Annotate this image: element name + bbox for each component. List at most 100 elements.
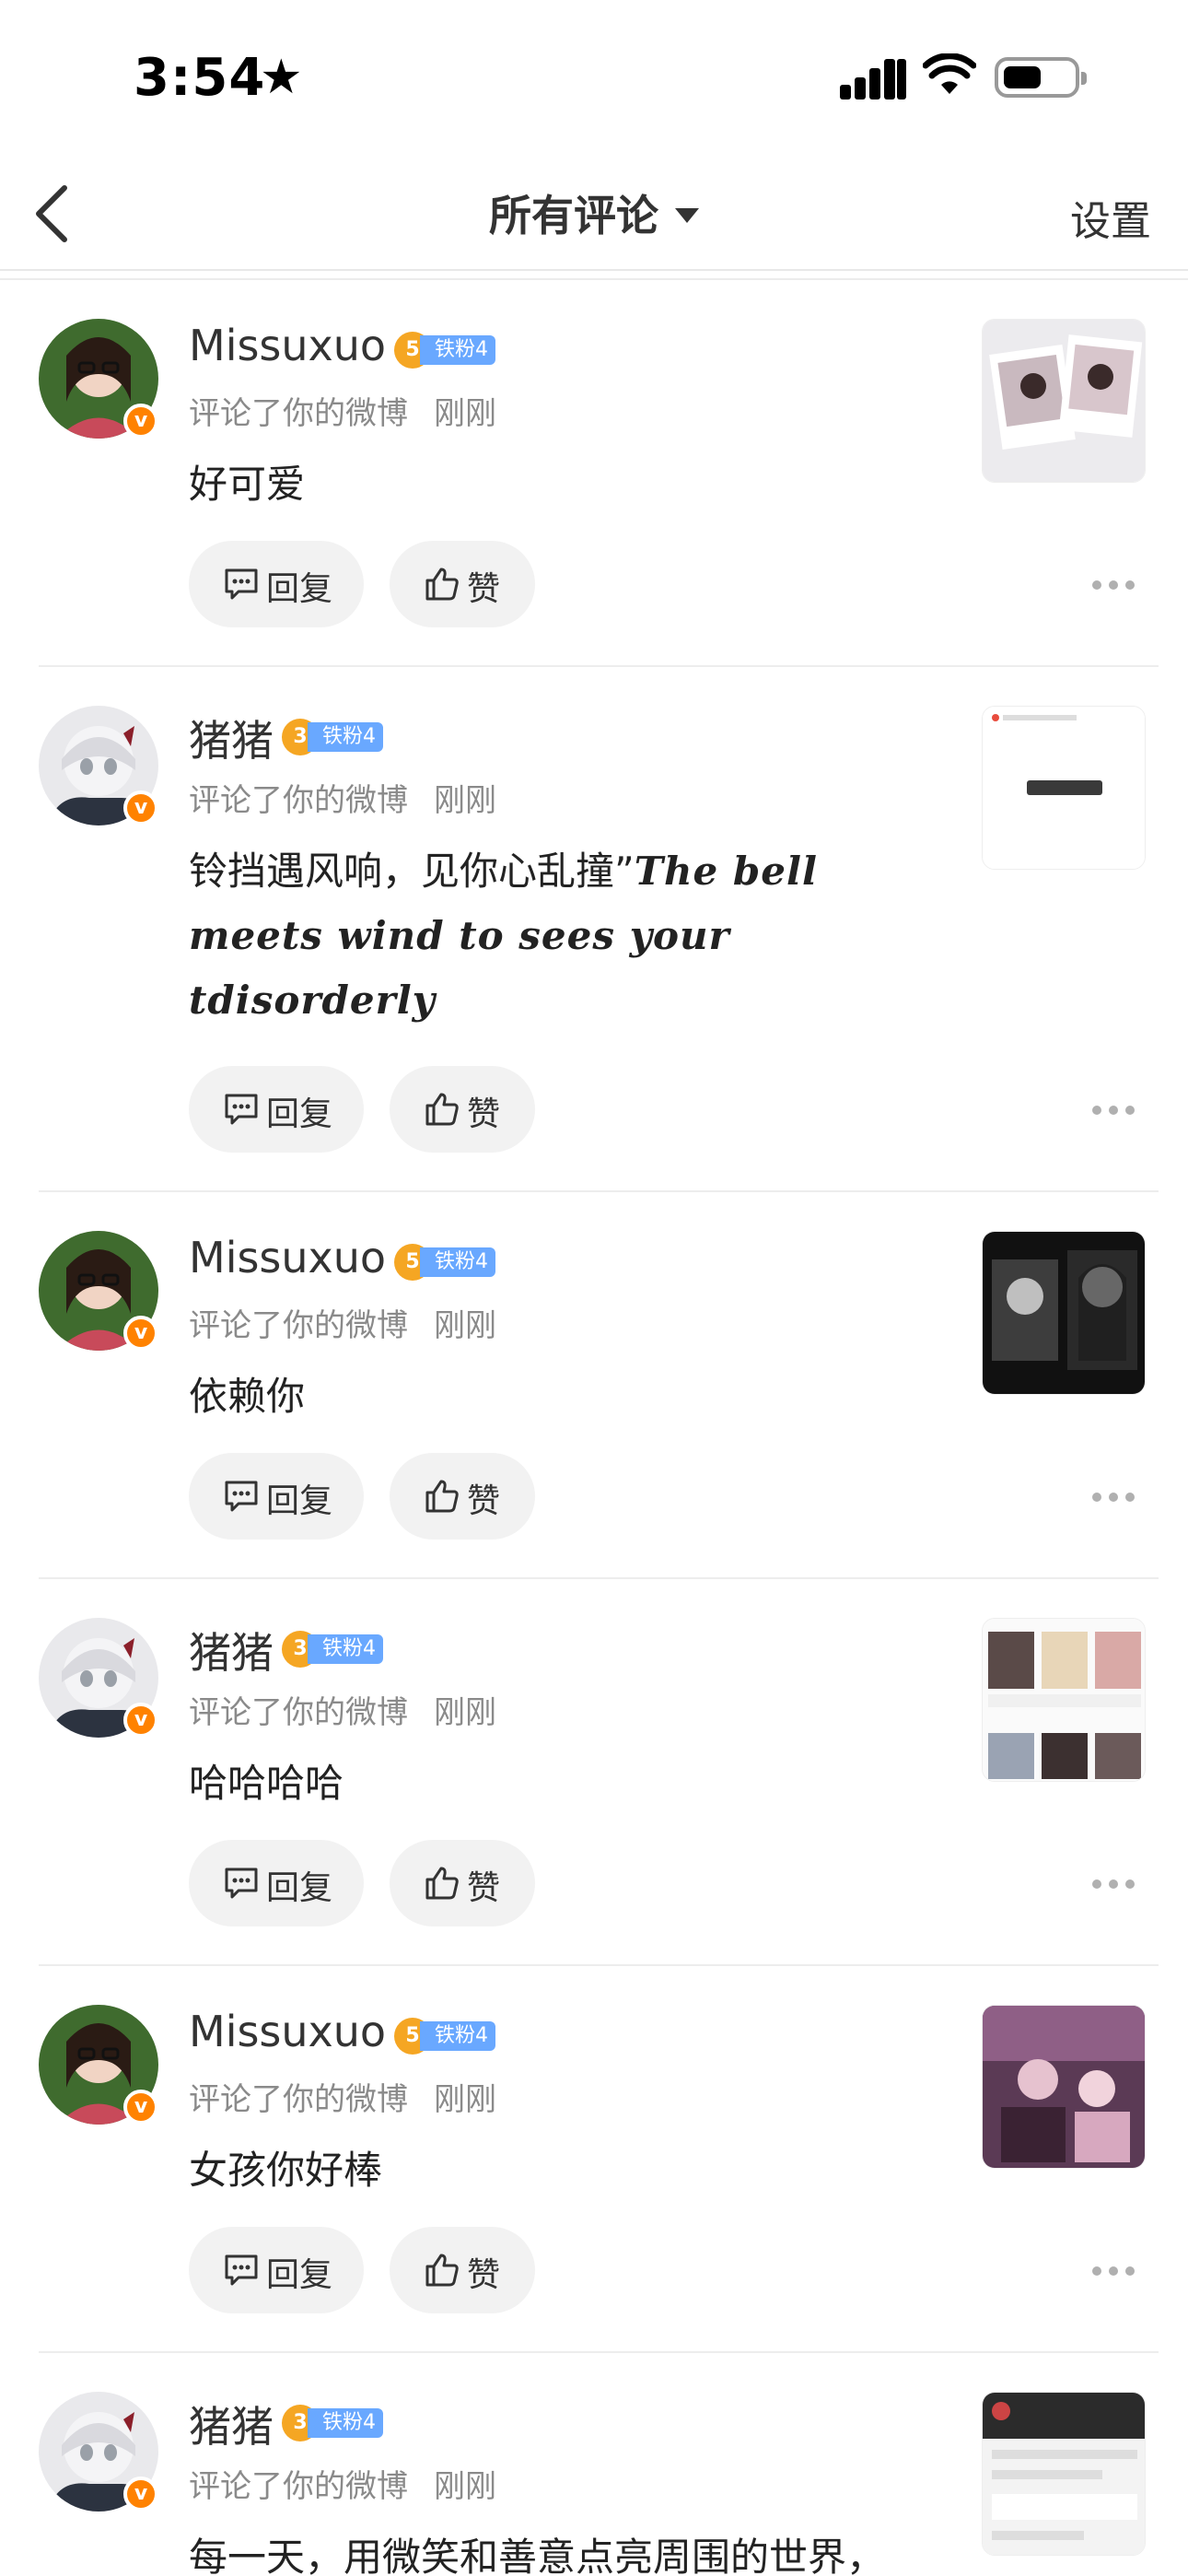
like-button[interactable]: 赞	[390, 1840, 535, 1926]
fan-badge-label: 铁粉4	[420, 2021, 495, 2051]
thumbs-up-icon	[425, 1093, 459, 1126]
comment-text: 女孩你好棒	[189, 2148, 383, 2193]
header-divider	[0, 269, 1188, 271]
like-button[interactable]: 赞	[390, 541, 535, 627]
post-thumbnail[interactable]	[982, 1618, 1146, 1782]
list-item: v Missuxuo 5 铁粉4 评论了你的微博 刚刚 好可爱 回复 赞	[0, 280, 1188, 667]
fan-badge-label: 铁粉4	[420, 335, 495, 365]
more-options-icon[interactable]	[1092, 2266, 1135, 2279]
like-button[interactable]: 赞	[390, 1066, 535, 1153]
more-options-icon[interactable]	[1092, 1106, 1135, 1118]
comment-action: 评论了你的微博	[189, 2081, 408, 2118]
reply-label: 回复	[266, 1869, 333, 1907]
reply-label: 回复	[266, 1095, 333, 1133]
caret-down-icon	[675, 207, 699, 223]
list-item: v 猪猪 3 铁粉4 评论了你的微博 刚刚 哈哈哈哈 回复 赞	[0, 1579, 1188, 1966]
reply-button[interactable]: 回复	[189, 1840, 364, 1926]
post-thumbnail[interactable]	[982, 706, 1146, 870]
comment-time: 刚刚	[434, 1694, 496, 1731]
more-options-icon[interactable]	[1092, 1493, 1135, 1505]
comment-action: 评论了你的微博	[189, 1307, 408, 1344]
cellular-signal-icon	[840, 57, 906, 100]
comment-meta: 评论了你的微博 刚刚	[189, 1300, 496, 1345]
comment-text: 依赖你	[189, 1374, 306, 1419]
comment-bubble-icon	[225, 568, 258, 600]
settings-button[interactable]: 设置	[1070, 188, 1151, 247]
comment-action: 评论了你的微博	[189, 395, 408, 432]
reply-button[interactable]: 回复	[189, 1453, 364, 1540]
reply-button[interactable]: 回复	[189, 541, 364, 627]
user-name[interactable]: Missuxuo	[189, 321, 386, 370]
user-name[interactable]: 猪猪	[189, 708, 274, 768]
user-name[interactable]: Missuxuo	[189, 1233, 386, 1282]
verified-badge-icon: v	[123, 790, 158, 825]
comment-time: 刚刚	[434, 395, 496, 432]
user-name[interactable]: 猪猪	[189, 2394, 274, 2454]
comment-meta: 评论了你的微博 刚刚	[189, 1687, 496, 1732]
reply-label: 回复	[266, 2256, 333, 2294]
nav-header: 所有评论 设置	[0, 157, 1188, 269]
comment-time: 刚刚	[434, 1307, 496, 1344]
status-time: 3:54	[134, 48, 266, 108]
comment-bubble-icon	[225, 1094, 258, 1125]
comment-meta: 评论了你的微博 刚刚	[189, 388, 496, 433]
page-title: 所有评论	[489, 191, 658, 240]
comment-time: 刚刚	[434, 782, 496, 819]
verified-badge-icon: v	[123, 1703, 158, 1738]
comment-bubble-icon	[225, 1481, 258, 1512]
comment-time: 刚刚	[434, 2468, 496, 2505]
fan-badge-label: 铁粉4	[308, 2408, 383, 2438]
like-label: 赞	[467, 570, 501, 608]
thumbs-up-icon	[425, 2254, 459, 2287]
thumbs-up-icon	[425, 1867, 459, 1900]
fan-badge-label: 铁粉4	[308, 1634, 383, 1664]
comment-meta: 评论了你的微博 刚刚	[189, 2461, 496, 2506]
fan-badge-label: 铁粉4	[308, 722, 383, 752]
comment-action: 评论了你的微博	[189, 1694, 408, 1731]
reply-button[interactable]: 回复	[189, 1066, 364, 1153]
reply-label: 回复	[266, 1482, 333, 1520]
like-button[interactable]: 赞	[390, 1453, 535, 1540]
post-thumbnail[interactable]	[982, 2392, 1146, 2556]
battery-icon	[995, 57, 1087, 98]
list-item: v Missuxuo 5 铁粉4 评论了你的微博 刚刚 女孩你好棒 回复 赞	[0, 1966, 1188, 2353]
like-label: 赞	[467, 1869, 501, 1907]
like-button[interactable]: 赞	[390, 2227, 535, 2313]
comment-action: 评论了你的微博	[189, 2468, 408, 2505]
comment-action: 评论了你的微博	[189, 782, 408, 819]
comment-bubble-icon	[225, 2254, 258, 2286]
comment-text: 每一天，用微笑和善意点亮周围的世界，	[189, 2535, 886, 2576]
user-name[interactable]: 猪猪	[189, 1620, 274, 1680]
verified-badge-icon: v	[123, 2090, 158, 2125]
list-item: v Missuxuo 5 铁粉4 评论了你的微博 刚刚 依赖你 回复 赞	[0, 1192, 1188, 1579]
more-options-icon[interactable]	[1092, 1879, 1135, 1892]
verified-badge-icon: v	[123, 404, 158, 439]
comments-filter-dropdown[interactable]: 所有评论	[0, 182, 1188, 243]
post-thumbnail[interactable]	[982, 319, 1146, 483]
wifi-icon	[923, 53, 976, 94]
status-bar: 3:54 ★	[0, 0, 1188, 157]
comment-meta: 评论了你的微博 刚刚	[189, 2074, 496, 2119]
like-label: 赞	[467, 1482, 501, 1520]
comment-text: 哈哈哈哈	[189, 1761, 344, 1806]
verified-badge-icon: v	[123, 1316, 158, 1351]
verified-badge-icon: v	[123, 2476, 158, 2512]
thumbs-up-icon	[425, 568, 459, 601]
like-label: 赞	[467, 2256, 501, 2294]
comment-meta: 评论了你的微博 刚刚	[189, 775, 496, 820]
reply-label: 回复	[266, 570, 333, 608]
like-label: 赞	[467, 1095, 501, 1133]
more-options-icon[interactable]	[1092, 580, 1135, 593]
post-thumbnail[interactable]	[982, 1231, 1146, 1395]
star-icon: ★	[260, 50, 303, 105]
comment-time: 刚刚	[434, 2081, 496, 2118]
comment-list: v Missuxuo 5 铁粉4 评论了你的微博 刚刚 好可爱 回复 赞 v 猪…	[0, 280, 1188, 2576]
list-item: v 猪猪 3 铁粉4 评论了你的微博 刚刚 铃挡遇风响，见你心乱撞”The bel…	[0, 667, 1188, 1192]
post-thumbnail[interactable]	[982, 2005, 1146, 2169]
fan-badge-label: 铁粉4	[420, 1247, 495, 1277]
list-item: v 猪猪 3 铁粉4 评论了你的微博 刚刚 每一天，用微笑和善意点亮周围的世界，	[0, 2353, 1188, 2576]
user-name[interactable]: Missuxuo	[189, 2007, 386, 2056]
comment-bubble-icon	[225, 1868, 258, 1899]
comment-text: 铃挡遇风响，见你心乱撞”The bell meets wind to sees …	[189, 849, 818, 1023]
reply-button[interactable]: 回复	[189, 2227, 364, 2313]
